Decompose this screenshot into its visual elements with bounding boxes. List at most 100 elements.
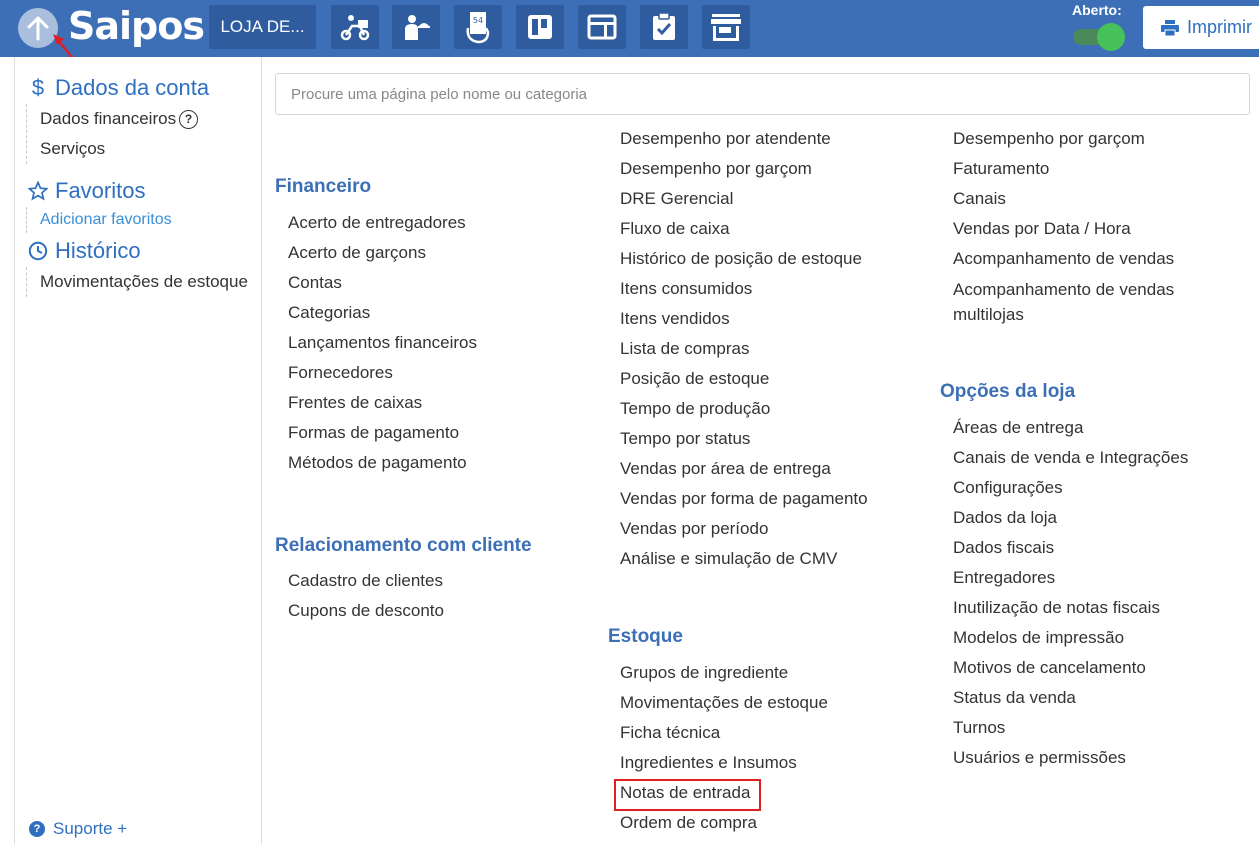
menu-link[interactable]: Ordem de compra: [620, 808, 828, 838]
star-icon: [27, 181, 49, 201]
open-status-toggle[interactable]: [1071, 23, 1127, 51]
help-icon[interactable]: ?: [179, 109, 199, 129]
kanban-button[interactable]: [516, 5, 564, 49]
menu-link[interactable]: Vendas por forma de pagamento: [620, 484, 868, 514]
store-icon: [711, 14, 741, 41]
open-status-label: Aberto:: [1072, 2, 1122, 18]
section-favoritos: Favoritos: [27, 178, 145, 204]
section-title: Histórico: [55, 238, 141, 263]
financeiro-title: Financeiro: [275, 176, 372, 197]
relacionamento-list: Cadastro de clientes Cupons de desconto: [288, 566, 444, 626]
page-search-input[interactable]: [275, 73, 1250, 115]
checklist-icon: [653, 12, 675, 40]
menu-link[interactable]: Métodos de pagamento: [288, 448, 477, 478]
favoritos-list: Adicionar favoritos: [26, 207, 172, 233]
menu-link[interactable]: Desempenho por garçom: [620, 154, 868, 184]
top-bar: Saipos LOJA DE... 54 Aberto: Imprimir: [0, 0, 1259, 57]
menu-link[interactable]: Inutilização de notas fiscais: [953, 593, 1188, 623]
opcoes-loja-list: Áreas de entrega Canais de venda e Integ…: [953, 413, 1188, 773]
section-title: Favoritos: [55, 178, 146, 203]
menu-link[interactable]: Vendas por área de entrega: [620, 454, 868, 484]
menu-link[interactable]: Lançamentos financeiros: [288, 328, 477, 358]
menu-link[interactable]: Grupos de ingrediente: [620, 658, 828, 688]
table-icon: [587, 14, 617, 40]
opcoes-loja-title: Opções da loja: [940, 381, 1076, 402]
section-historico: Histórico: [27, 238, 141, 264]
print-button[interactable]: Imprimir: [1143, 6, 1259, 49]
menu-link[interactable]: Itens consumidos: [620, 274, 868, 304]
svg-text:54: 54: [473, 16, 483, 25]
menu-link[interactable]: Posição de estoque: [620, 364, 868, 394]
menu-link[interactable]: Modelos de impressão: [953, 623, 1188, 653]
menu-link[interactable]: Acompanhamento de vendas: [953, 244, 1213, 274]
sidebar-item-movimentacoes[interactable]: Movimentações de estoque: [40, 267, 248, 297]
menu-link[interactable]: Motivos de cancelamento: [953, 653, 1188, 683]
menu-link[interactable]: Turnos: [953, 713, 1188, 743]
menu-link[interactable]: Contas: [288, 268, 477, 298]
menu-link[interactable]: Histórico de posição de estoque: [620, 244, 868, 274]
sidebar-item-dados-financeiros[interactable]: Dados financeiros ?: [40, 104, 199, 134]
menu-link[interactable]: Categorias: [288, 298, 477, 328]
delivery-button[interactable]: [331, 5, 379, 49]
menu-link[interactable]: Tempo por status: [620, 424, 868, 454]
sidebar: $ Dados da conta Dados financeiros ? Ser…: [14, 57, 262, 844]
menu-link[interactable]: Lista de compras: [620, 334, 868, 364]
menu-link[interactable]: Cadastro de clientes: [288, 566, 444, 596]
menu-link[interactable]: Desempenho por atendente: [620, 124, 868, 154]
support-link[interactable]: ? Suporte +: [29, 819, 127, 839]
menu-link[interactable]: Acerto de garçons: [288, 238, 477, 268]
print-label: Imprimir: [1187, 17, 1252, 37]
store-button[interactable]: [702, 5, 750, 49]
relacionamento-title: Relacionamento com cliente: [275, 535, 532, 556]
menu-link[interactable]: Dados fiscais: [953, 533, 1188, 563]
relatorios-list-col3: Desempenho por garçom Faturamento Canais…: [953, 124, 1213, 329]
store-selector-button[interactable]: LOJA DE...: [209, 5, 316, 49]
waiter-button[interactable]: [392, 5, 440, 49]
menu-link[interactable]: Frentes de caixas: [288, 388, 477, 418]
estoque-list: Grupos de ingrediente Movimentações de e…: [620, 658, 828, 838]
menu-link[interactable]: Desempenho por garçom: [953, 124, 1213, 154]
order-ticket-icon: 54: [466, 12, 490, 44]
menu-link[interactable]: Status da venda: [953, 683, 1188, 713]
menu-link[interactable]: Usuários e permissões: [953, 743, 1188, 773]
menu-link[interactable]: Vendas por período: [620, 514, 868, 544]
menu-link[interactable]: Entregadores: [953, 563, 1188, 593]
arrow-up-icon: [27, 16, 49, 41]
kanban-board-icon: [528, 15, 552, 39]
menu-link[interactable]: Vendas por Data / Hora: [953, 214, 1213, 244]
menu-link[interactable]: Áreas de entrega: [953, 413, 1188, 443]
menu-link[interactable]: Canais de venda e Integrações: [953, 443, 1188, 473]
estoque-title: Estoque: [608, 626, 683, 647]
sidebar-item-label: Dados financeiros: [40, 109, 177, 128]
menu-link[interactable]: Formas de pagamento: [288, 418, 477, 448]
add-favorite-link[interactable]: Adicionar favoritos: [40, 207, 172, 233]
menu-link[interactable]: Análise e simulação de CMV: [620, 544, 868, 574]
question-icon: ?: [29, 821, 45, 837]
menu-link[interactable]: Cupons de desconto: [288, 596, 444, 626]
dados-da-conta-list: Dados financeiros ? Serviços: [26, 104, 199, 164]
menu-link[interactable]: Acompanhamento de vendas multilojas: [953, 274, 1213, 329]
menu-link[interactable]: Fornecedores: [288, 358, 477, 388]
dollar-icon: $: [31, 75, 45, 100]
menu-link[interactable]: Configurações: [953, 473, 1188, 503]
menu-link[interactable]: Ingredientes e Insumos: [620, 748, 828, 778]
menu-link[interactable]: Ficha técnica: [620, 718, 828, 748]
tables-button[interactable]: [578, 5, 626, 49]
menu-link[interactable]: Dados da loja: [953, 503, 1188, 533]
orders-button[interactable]: 54: [454, 5, 502, 49]
menu-link[interactable]: DRE Gerencial: [620, 184, 868, 214]
menu-link[interactable]: Fluxo de caixa: [620, 214, 868, 244]
menu-link[interactable]: Faturamento: [953, 154, 1213, 184]
historico-list: Movimentações de estoque: [26, 267, 248, 297]
menu-link[interactable]: Itens vendidos: [620, 304, 868, 334]
printer-icon: [1161, 19, 1179, 36]
menu-link[interactable]: Movimentações de estoque: [620, 688, 828, 718]
checklist-button[interactable]: [640, 5, 688, 49]
sidebar-item-servicos[interactable]: Serviços: [40, 134, 198, 164]
menu-link[interactable]: Tempo de produção: [620, 394, 868, 424]
clock-icon: [27, 241, 49, 261]
menu-link[interactable]: Acerto de entregadores: [288, 208, 477, 238]
menu-link[interactable]: Canais: [953, 184, 1213, 214]
waiter-icon: [405, 15, 430, 40]
support-label: Suporte +: [53, 819, 128, 838]
